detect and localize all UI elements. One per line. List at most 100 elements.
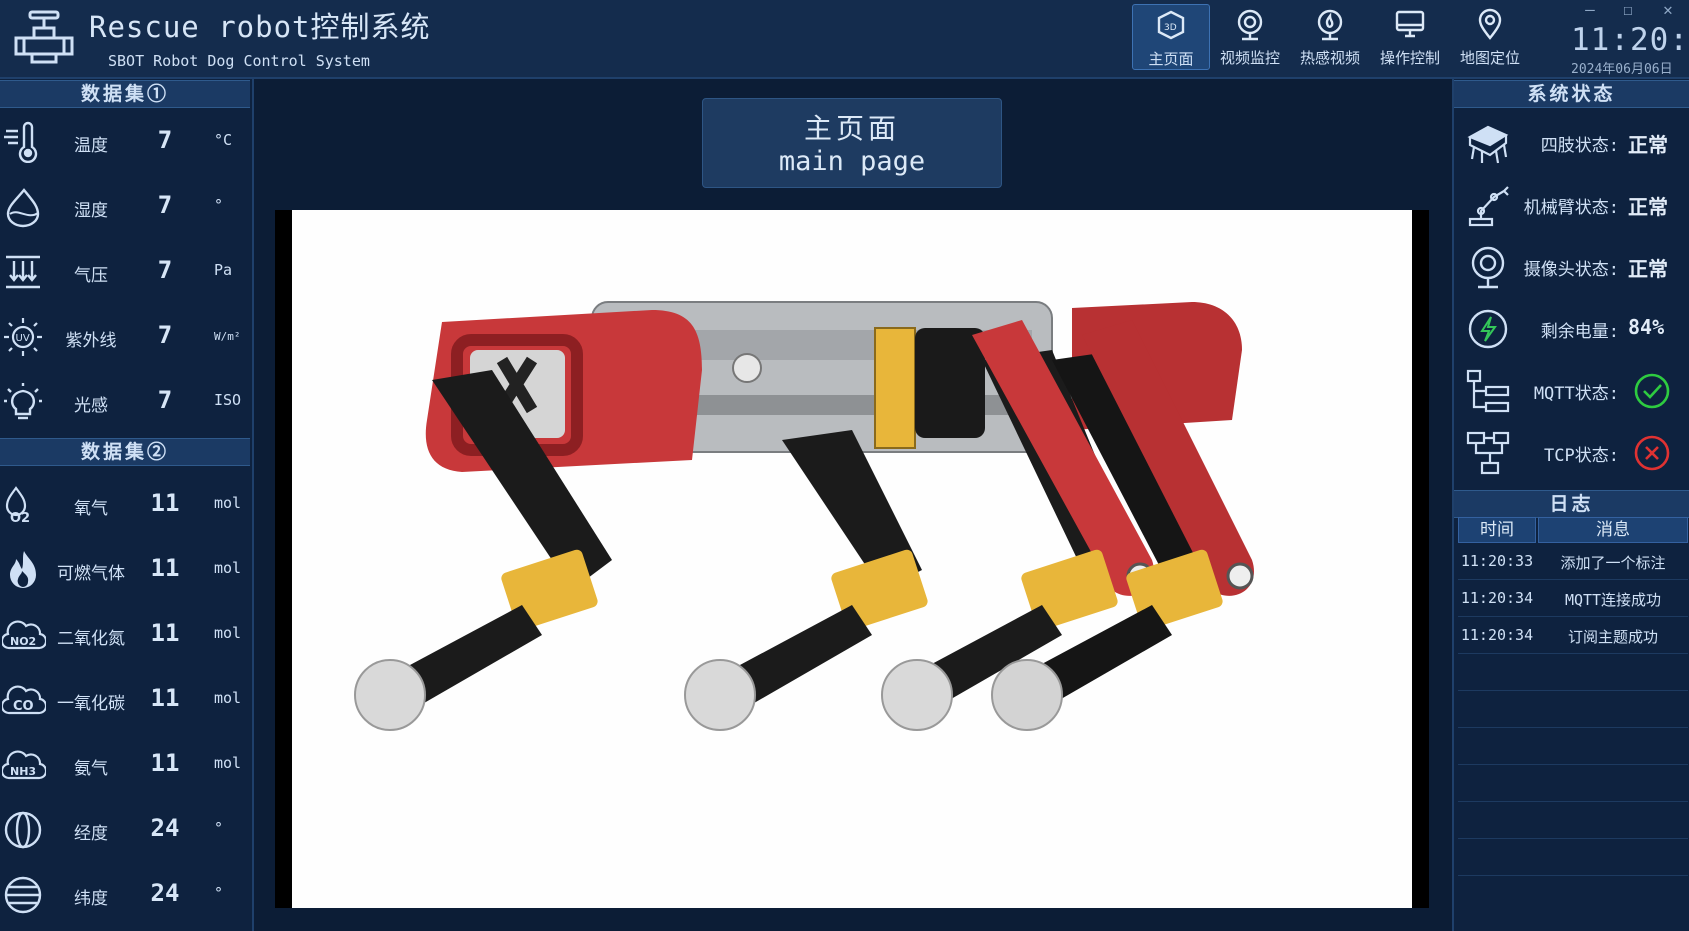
sensor-label: 光感 bbox=[74, 396, 108, 416]
sensor-row-oxygen: O2 氧气 11 mol bbox=[0, 474, 252, 534]
nav-thermal-video[interactable]: 热感视频 bbox=[1292, 4, 1368, 68]
sensor-value: 7 bbox=[157, 321, 173, 349]
sensor-row-combustible-gas: 可燃气体 11 mol bbox=[0, 539, 252, 599]
status-value: 正常 bbox=[1628, 195, 1668, 219]
sensor-label: 氧气 bbox=[74, 499, 108, 519]
nav-main-page[interactable]: 3D 主页面 bbox=[1132, 4, 1210, 70]
log-time: 11:20:33 bbox=[1460, 552, 1534, 570]
oxygen-icon: O2 bbox=[2, 484, 44, 526]
co-cloud-icon: CO bbox=[2, 679, 46, 721]
humidity-drop-icon bbox=[2, 186, 44, 228]
status-label: MQTT状态: bbox=[1533, 384, 1619, 404]
nav-label: 主页面 bbox=[1148, 50, 1194, 68]
sensor-label: 经度 bbox=[74, 824, 108, 844]
log-row-empty bbox=[1458, 839, 1688, 876]
sensor-row-humidity: 湿度 7 ° bbox=[0, 176, 252, 236]
sensor-row-latitude: 纬度 24 ° bbox=[0, 864, 252, 924]
sensor-row-longitude: 经度 24 ° bbox=[0, 799, 252, 859]
nav-label: 热感视频 bbox=[1299, 49, 1360, 67]
log-time: 11:20:34 bbox=[1460, 626, 1534, 644]
sensor-value: 24 bbox=[150, 879, 180, 907]
log-time: 11:20:34 bbox=[1460, 589, 1534, 607]
status-value: 正常 bbox=[1628, 257, 1668, 281]
system-status-header: 系统状态 bbox=[1454, 80, 1689, 108]
nav-label: 操作控制 bbox=[1379, 49, 1440, 67]
dataset1-header: 数据集① bbox=[0, 80, 250, 108]
sensor-value: 7 bbox=[157, 191, 173, 219]
page-title-cn: 主页面 bbox=[803, 112, 900, 145]
thermal-camera-icon bbox=[1314, 8, 1346, 42]
battery-value: 84% bbox=[1628, 315, 1665, 339]
mqtt-network-icon bbox=[1464, 367, 1512, 415]
log-message: 订阅主题成功 bbox=[1567, 628, 1658, 646]
sensor-row-temperature: 温度 7 °C bbox=[0, 111, 252, 171]
uv-sun-icon: UV bbox=[2, 316, 44, 358]
sensor-unit: Pa bbox=[214, 261, 233, 279]
sensor-label: 紫外线 bbox=[65, 331, 117, 351]
nav-map-location[interactable]: 地图定位 bbox=[1452, 4, 1528, 68]
status-value: 正常 bbox=[1628, 133, 1668, 157]
sensor-row-ammonia: NH3 氨气 11 mol bbox=[0, 734, 252, 794]
status-label: 摄像头状态: bbox=[1523, 260, 1619, 280]
error-x-icon bbox=[1634, 435, 1670, 475]
flame-icon bbox=[2, 549, 44, 591]
nav-operation-control[interactable]: 操作控制 bbox=[1372, 4, 1448, 68]
status-row-robot-arm: 机械臂状态: 正常 bbox=[1454, 177, 1689, 233]
log-message: 添加了一个标注 bbox=[1560, 554, 1666, 572]
log-row: 11:20:34 MQTT连接成功 bbox=[1458, 580, 1688, 617]
nav-label: 地图定位 bbox=[1459, 49, 1520, 67]
svg-text:UV: UV bbox=[16, 333, 30, 344]
status-row-limbs: 四肢状态: 正常 bbox=[1454, 115, 1689, 171]
log-row: 11:20:34 订阅主题成功 bbox=[1458, 617, 1688, 654]
sensor-label: 可燃气体 bbox=[57, 564, 125, 584]
minimize-button[interactable]: — bbox=[1578, 0, 1602, 19]
log-row-empty bbox=[1458, 802, 1688, 839]
sensor-unit: °C bbox=[214, 131, 233, 149]
map-pin-icon bbox=[1474, 8, 1506, 42]
sensor-unit: mol bbox=[214, 559, 242, 577]
log-col-message: 消息 bbox=[1538, 517, 1688, 543]
webcam-icon bbox=[1234, 8, 1266, 42]
sensor-row-pressure: 气压 7 Pa bbox=[0, 241, 252, 301]
robot-limbs-icon bbox=[1464, 119, 1512, 167]
svg-text:NO2: NO2 bbox=[10, 635, 36, 648]
sensor-unit: mol bbox=[214, 689, 242, 707]
close-button[interactable]: ✕ bbox=[1656, 0, 1680, 19]
sensor-unit: ISO bbox=[214, 391, 242, 409]
sensor-unit: mol bbox=[214, 754, 242, 772]
log-message: MQTT连接成功 bbox=[1564, 591, 1662, 609]
sensor-value: 7 bbox=[157, 126, 173, 154]
log-row-empty bbox=[1458, 728, 1688, 765]
sensor-panel: 数据集① 温度 7 °C 湿度 7 ° 气压 7 Pa UV 紫外线 7 W/m… bbox=[0, 79, 254, 931]
system-status-panel: 系统状态 四肢状态: 正常 机械臂状态: 正常 摄像头状态: 正常 剩余电量: … bbox=[1452, 79, 1689, 931]
app-title: Rescue robot控制系统 bbox=[89, 10, 431, 44]
nav-video-monitor[interactable]: 视频监控 bbox=[1212, 4, 1288, 68]
robot-valve-logo-icon bbox=[12, 8, 76, 68]
light-bulb-icon bbox=[2, 381, 44, 423]
nav-label: 视频监控 bbox=[1219, 49, 1280, 67]
svg-text:O2: O2 bbox=[10, 511, 30, 526]
log-row-empty bbox=[1458, 654, 1688, 691]
sensor-row-uv: UV 紫外线 7 W/m² bbox=[0, 306, 252, 366]
no2-cloud-icon: NO2 bbox=[2, 614, 46, 656]
robot-3d-viewport[interactable] bbox=[275, 210, 1429, 908]
dataset2-header: 数据集② bbox=[0, 438, 250, 466]
log-row: 11:20:33 添加了一个标注 bbox=[1458, 543, 1688, 580]
sensor-unit: mol bbox=[214, 624, 242, 642]
sensor-unit: ° bbox=[214, 196, 224, 214]
clock-time: 11:20:38 bbox=[1571, 22, 1689, 58]
svg-text:CO: CO bbox=[13, 699, 34, 714]
sensor-row-light: 光感 7 ISO bbox=[0, 371, 252, 431]
app-header: Rescue robot控制系统 SBOT Robot Dog Control … bbox=[0, 0, 1689, 79]
maximize-button[interactable]: ☐ bbox=[1616, 0, 1640, 19]
status-label: TCP状态: bbox=[1544, 446, 1619, 466]
sensor-unit: W/m² bbox=[214, 330, 241, 343]
sensor-value: 11 bbox=[150, 749, 180, 777]
battery-bolt-icon bbox=[1464, 305, 1512, 353]
svg-text:3D: 3D bbox=[1164, 23, 1177, 33]
sensor-label: 氨气 bbox=[74, 759, 108, 779]
log-row-empty bbox=[1458, 691, 1688, 728]
sensor-row-co: CO 一氧化碳 11 mol bbox=[0, 669, 252, 729]
ok-check-icon bbox=[1634, 373, 1670, 413]
sensor-value: 7 bbox=[157, 386, 173, 414]
